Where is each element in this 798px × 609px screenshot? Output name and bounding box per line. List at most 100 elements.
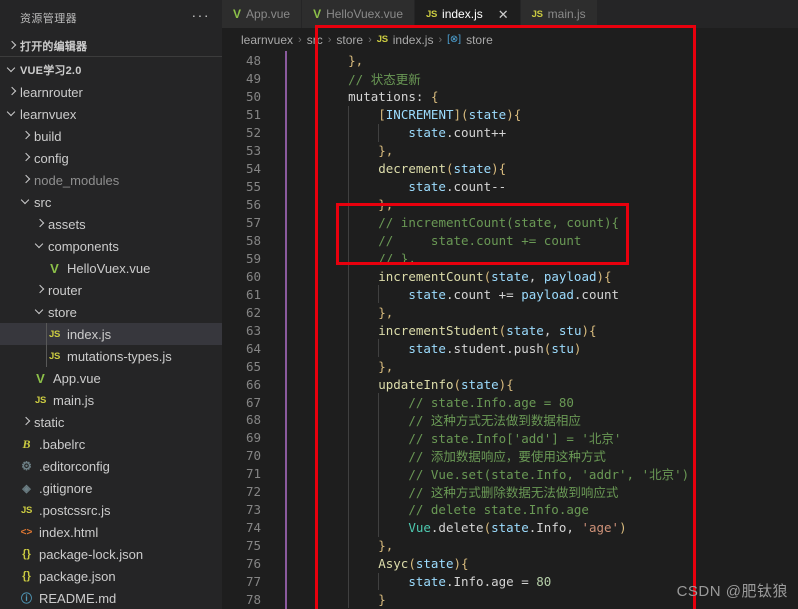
tree-item-static[interactable]: static [0, 411, 222, 433]
vscode-window: 资源管理器 ··· 打开的编辑器 VUE学习2.0 learnrouter lea… [0, 0, 798, 609]
code-token: }, [378, 304, 394, 320]
tree-item-config[interactable]: config [0, 147, 222, 169]
js-file-icon: JS [48, 328, 61, 340]
code-line-text: // 这种方式无法做到数据相应 [288, 410, 581, 429]
tree-item-package-lock-json[interactable]: {} package-lock.json [0, 543, 222, 565]
code-token: ) [619, 520, 627, 536]
tree-item-label: learnvuex [20, 106, 77, 122]
tab-hellovuex-vue[interactable]: V HelloVuex.vue [302, 0, 416, 28]
breadcrumb-item[interactable]: src [307, 33, 323, 47]
code-line: 63 incrementStudent(state, stu){ [222, 321, 798, 339]
tree-item-label: App.vue [53, 370, 101, 386]
tree-item-router[interactable]: router [0, 279, 222, 301]
code-token: ( [483, 268, 492, 284]
tree-item-build[interactable]: build [0, 125, 222, 147]
tree-item-src[interactable]: src [0, 191, 222, 213]
tree-item-hellovuex-vue[interactable]: V HelloVuex.vue [0, 257, 222, 279]
breadcrumb-separator: › [298, 33, 302, 46]
tree-item-label: index.js [67, 326, 112, 342]
tree-item--gitignore[interactable]: ◈ .gitignore [0, 477, 222, 499]
breadcrumb-item[interactable]: store [336, 33, 363, 47]
line-number: 53 [245, 143, 261, 159]
sidebar-section-project[interactable]: VUE学习2.0 [0, 59, 222, 81]
line-number: 68 [245, 412, 261, 428]
breadcrumb-item[interactable]: index.js [393, 33, 434, 47]
tree-item-main-js[interactable]: JS main.js [0, 389, 222, 411]
code-token: { [513, 107, 522, 123]
code-line-text: }, [288, 53, 363, 68]
code-line-text: updateInfo(state){ [288, 377, 514, 392]
tab-main-js[interactable]: JS main.js [520, 0, 598, 28]
chevron-right-icon [18, 150, 34, 166]
code-line-text: }, [288, 143, 393, 158]
code-editor[interactable]: 48}, 49// 状态更新 50 mutations: {51 [INCREMENT]… [222, 51, 798, 609]
code-token: [ [378, 107, 386, 123]
breadcrumb-item[interactable]: store [466, 33, 493, 47]
tree-item-readme-md[interactable]: ⓘ README.md [0, 587, 222, 609]
tree-item-components[interactable]: components [0, 235, 222, 257]
more-actions-icon[interactable]: ··· [192, 8, 211, 26]
tab-app-vue[interactable]: V App.vue [222, 0, 303, 28]
tree-item-assets[interactable]: assets [0, 213, 222, 235]
tree-item-package-json[interactable]: {} package.json [0, 565, 222, 587]
tree-item-learnrouter[interactable]: learnrouter [0, 81, 222, 103]
chevron-right-icon [4, 38, 20, 54]
code-token: ) [506, 107, 514, 123]
tree-item-label: router [48, 282, 82, 298]
sidebar-section-open-editors[interactable]: 打开的编辑器 [0, 35, 222, 57]
code-token: // 添加数据响应，要使用这种方式 [408, 449, 606, 465]
line-number: 58 [245, 232, 261, 248]
vue-file-icon: V [233, 7, 242, 21]
code-line-text: Asyc(state){ [288, 556, 468, 571]
code-line: 72 // 这种方式删除数据无法做到响应式 [222, 483, 798, 501]
code-token: decrement [378, 161, 446, 177]
tab-label: App.vue [246, 7, 291, 21]
code-token: ( [483, 520, 492, 536]
code-line: 48}, [222, 52, 798, 70]
code-token: Vue [408, 520, 431, 536]
tree-item-index-js[interactable]: JS index.js [0, 323, 222, 345]
tree-item-node-modules[interactable]: node_modules [0, 169, 222, 191]
code-token: }, [378, 143, 394, 159]
gear-file-icon: ⚙ [21, 459, 32, 473]
code-line: 60 incrementCount(state, payload){ [222, 267, 798, 285]
breadcrumb-separator: › [438, 33, 443, 46]
babel-file-icon: B [22, 436, 31, 451]
line-number: 52 [245, 125, 261, 141]
code-token: ) [491, 161, 499, 177]
tree-item-learnvuex[interactable]: learnvuex [0, 103, 222, 125]
code-token: stu [558, 322, 582, 338]
tree-item--editorconfig[interactable]: ⚙ .editorconfig [0, 455, 222, 477]
code-token: .Info.age = [445, 574, 537, 590]
breadcrumb-item[interactable]: learnvuex [241, 33, 293, 47]
code-token: state [506, 322, 544, 338]
code-line-text: }, [288, 305, 393, 320]
tree-item-mutations-types-js[interactable]: JS mutations-types.js [0, 345, 222, 367]
tab-index-js[interactable]: JS index.js ✕ [415, 0, 521, 28]
code-line: 76 Asyc(state){ [222, 555, 798, 573]
close-icon[interactable]: ✕ [498, 8, 509, 21]
code-token: .count++ [445, 125, 507, 141]
tree-item-store[interactable]: store [0, 301, 222, 323]
code-token: , [543, 322, 559, 338]
tree-item--postcssrc-js[interactable]: JS .postcssrc.js [0, 499, 222, 521]
chevron-right-icon [18, 128, 34, 144]
tree-item-label: components [48, 238, 119, 254]
tree-item-index-html[interactable]: <> index.html [0, 521, 222, 543]
vue-file-icon: V [313, 7, 322, 21]
code-line: 50 mutations: { [222, 88, 798, 106]
code-token: state [491, 268, 529, 284]
tree-item--babelrc[interactable]: B .babelrc [0, 433, 222, 455]
line-number: 72 [245, 484, 261, 500]
line-number: 59 [245, 250, 261, 266]
code-line-text: // state.Info.age = 80 [288, 395, 574, 410]
code-line-text: state.count += payload.count [288, 287, 619, 302]
line-number: 75 [245, 538, 261, 554]
indent-guide [348, 105, 350, 609]
code-line: 59 // }, [222, 249, 798, 267]
code-token: { [506, 376, 514, 392]
code-token: push [513, 340, 544, 356]
code-token: state [408, 286, 446, 302]
tree-item-app-vue[interactable]: V App.vue [0, 367, 222, 389]
code-line-text: state.count-- [288, 179, 506, 194]
